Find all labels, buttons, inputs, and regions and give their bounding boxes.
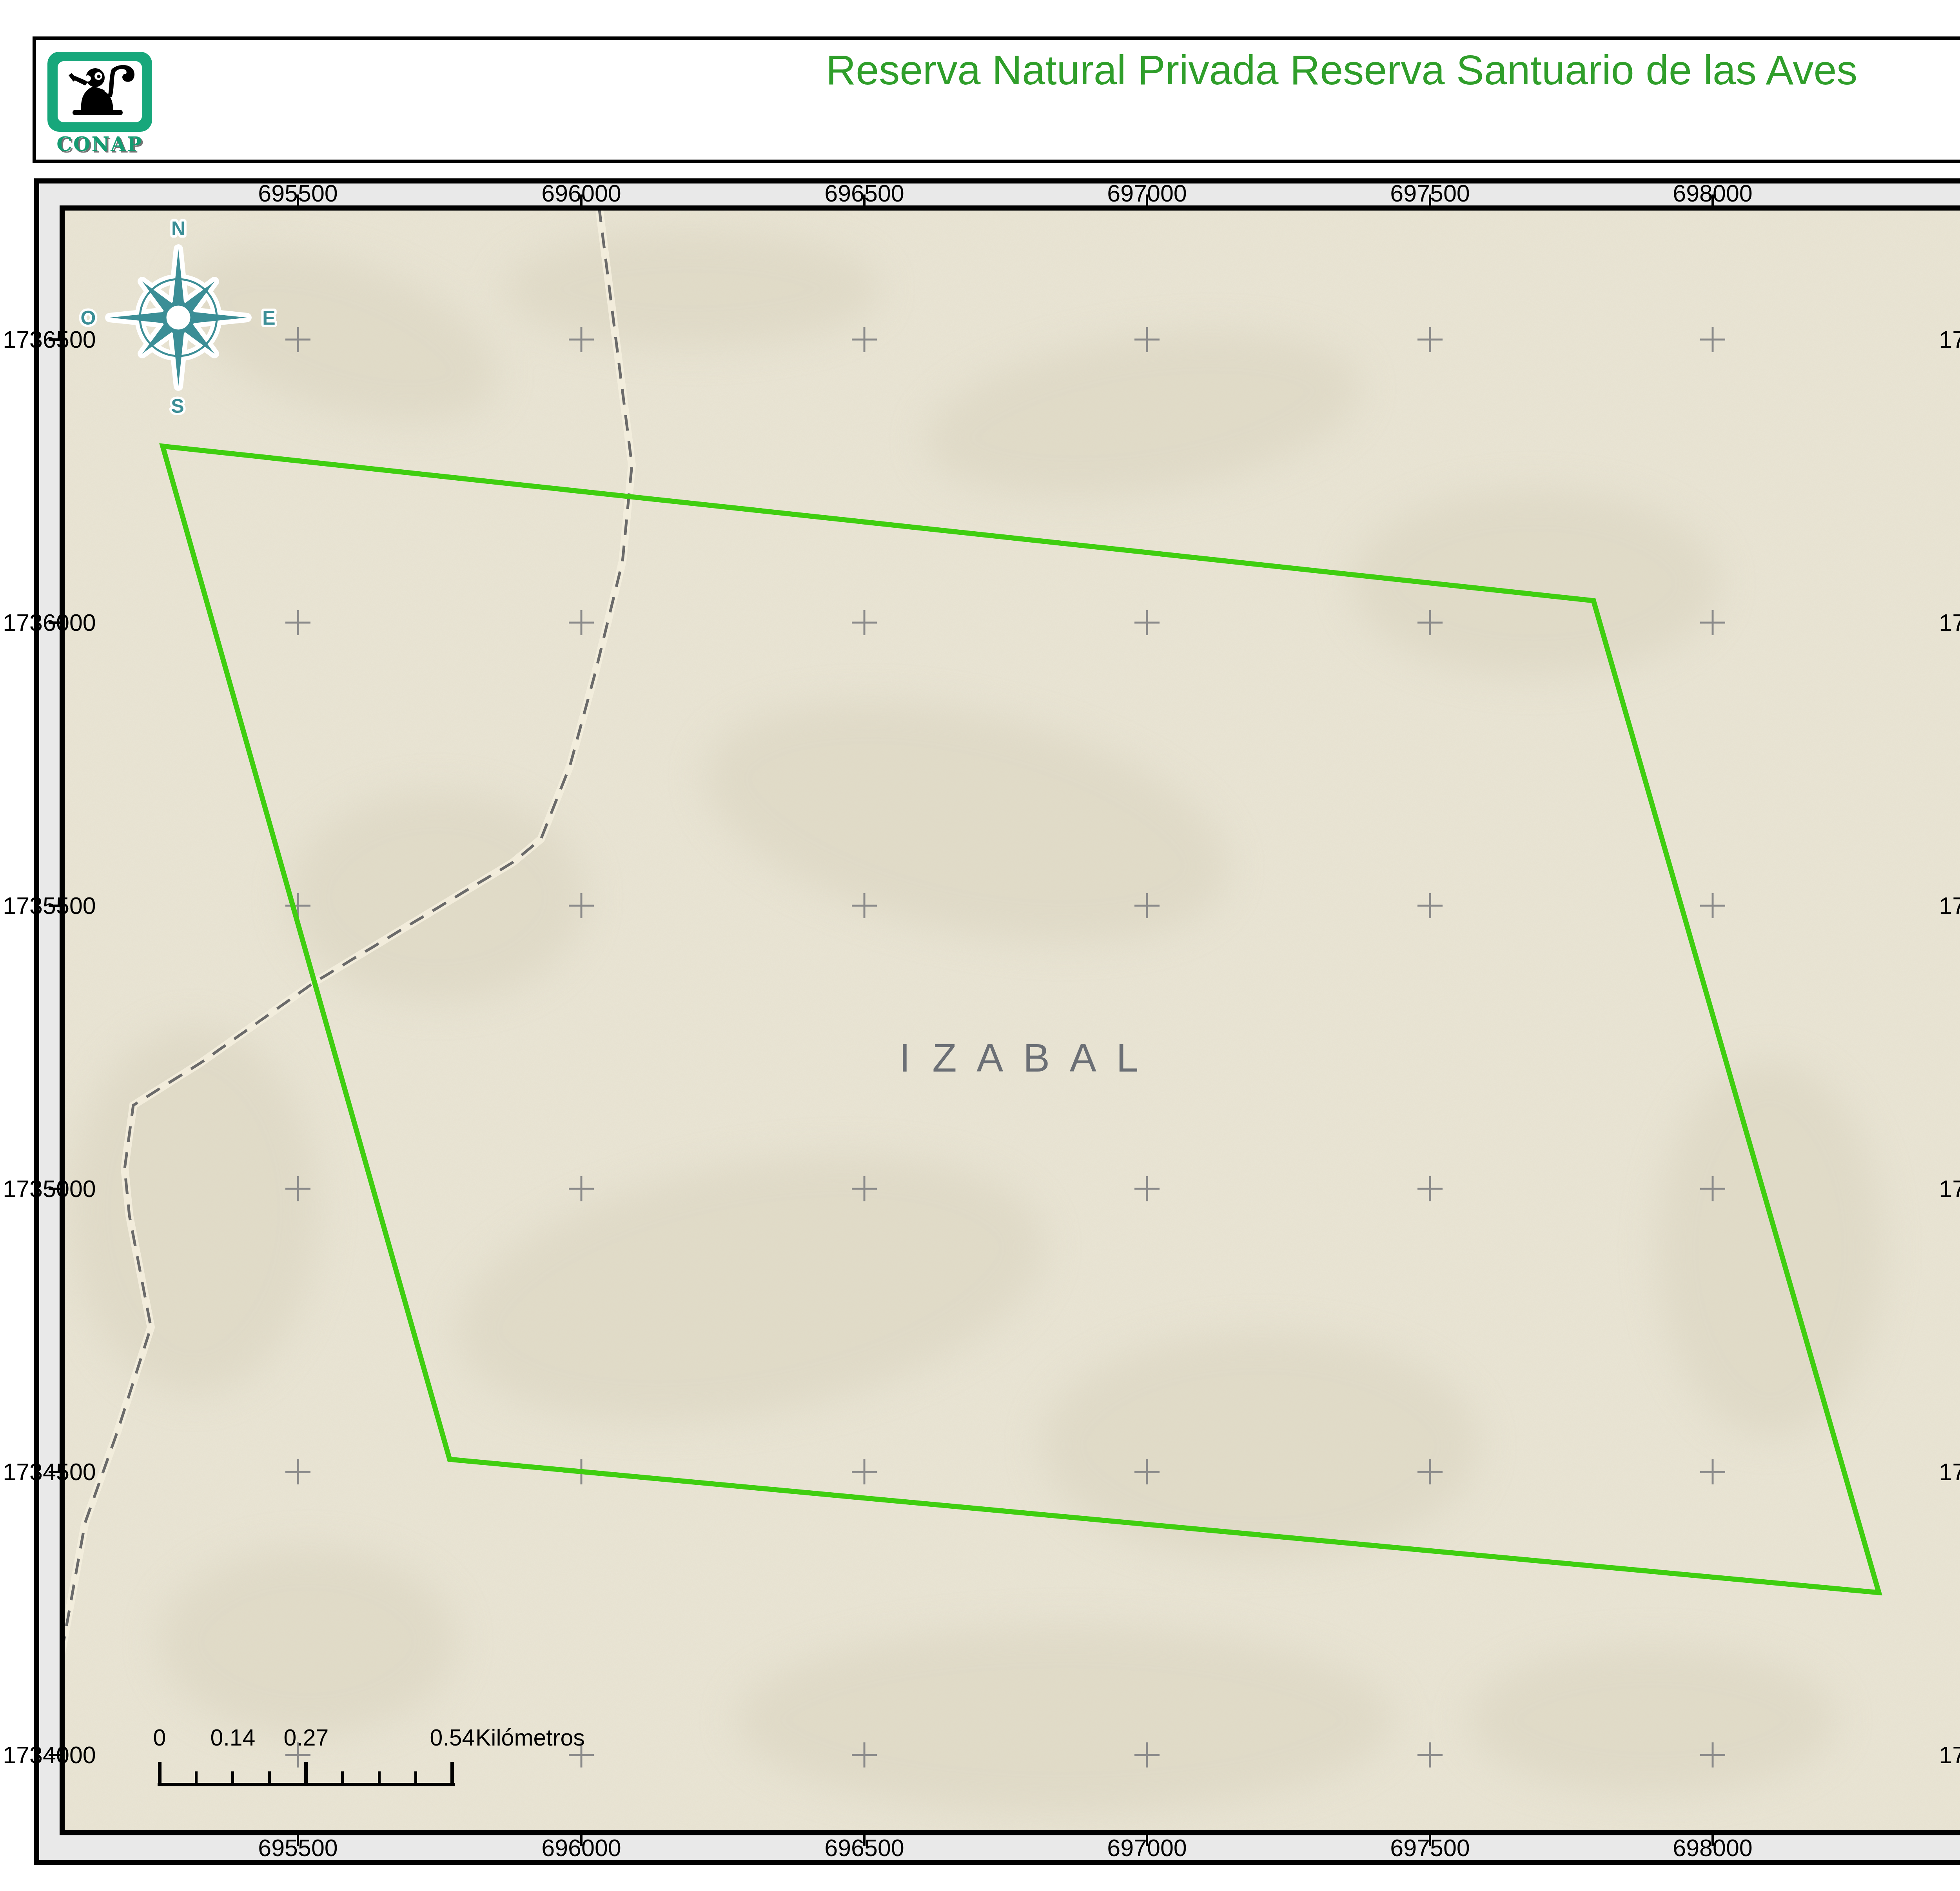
axis-tick — [863, 1835, 866, 1846]
map-document-page: CONAP Reserva Natural Privada Reserva Sa… — [0, 0, 1960, 1891]
compass-e: E — [262, 307, 275, 329]
conap-logo-text: CONAP — [40, 133, 160, 156]
axis-tick — [49, 1188, 60, 1190]
axis-tick — [1711, 194, 1714, 205]
axis-tick — [580, 1835, 583, 1846]
scale-unit: Kilómetros — [475, 1725, 585, 1751]
axis-tick — [49, 338, 60, 341]
y-axis-label-right-4: 1734500 — [1927, 1460, 1960, 1483]
scale-label-half: 0.27 — [284, 1725, 329, 1751]
y-axis-label-right-2: 1735500 — [1927, 894, 1960, 917]
compass-s: S — [171, 395, 184, 417]
axis-tick — [49, 905, 60, 907]
y-axis-label-right-5: 1734000 — [1927, 1744, 1960, 1766]
axis-tick — [1429, 1835, 1431, 1846]
axis-tick — [580, 194, 583, 205]
compass-n: N — [171, 218, 185, 240]
axis-tick — [49, 1754, 60, 1756]
axis-tick — [297, 1835, 299, 1846]
y-axis-label-right-3: 1735000 — [1927, 1177, 1960, 1200]
scale-label-quarter: 0.14 — [211, 1725, 256, 1751]
y-axis-label-right-1: 1736000 — [1927, 611, 1960, 634]
header-box: CONAP Reserva Natural Privada Reserva Sa… — [33, 36, 1960, 163]
axis-tick — [1146, 194, 1148, 205]
axis-tick — [49, 621, 60, 624]
axis-tick — [297, 194, 299, 205]
axis-tick — [863, 194, 866, 205]
axis-tick — [1146, 1835, 1148, 1846]
page-title: Reserva Natural Privada Reserva Santuari… — [36, 46, 1960, 94]
scale-label-0: 0 — [153, 1725, 166, 1751]
region-label: I Z A B A L — [899, 1035, 1144, 1080]
main-map: I Z A B A L N E S O — [60, 205, 1960, 1835]
axis-tick — [1429, 194, 1431, 205]
y-axis-label-right-0: 1736500 — [1927, 328, 1960, 351]
axis-tick — [1711, 1835, 1714, 1846]
axis-tick — [49, 1471, 60, 1473]
compass-o: O — [81, 307, 96, 329]
scale-label-full: 0.54 — [430, 1725, 475, 1751]
